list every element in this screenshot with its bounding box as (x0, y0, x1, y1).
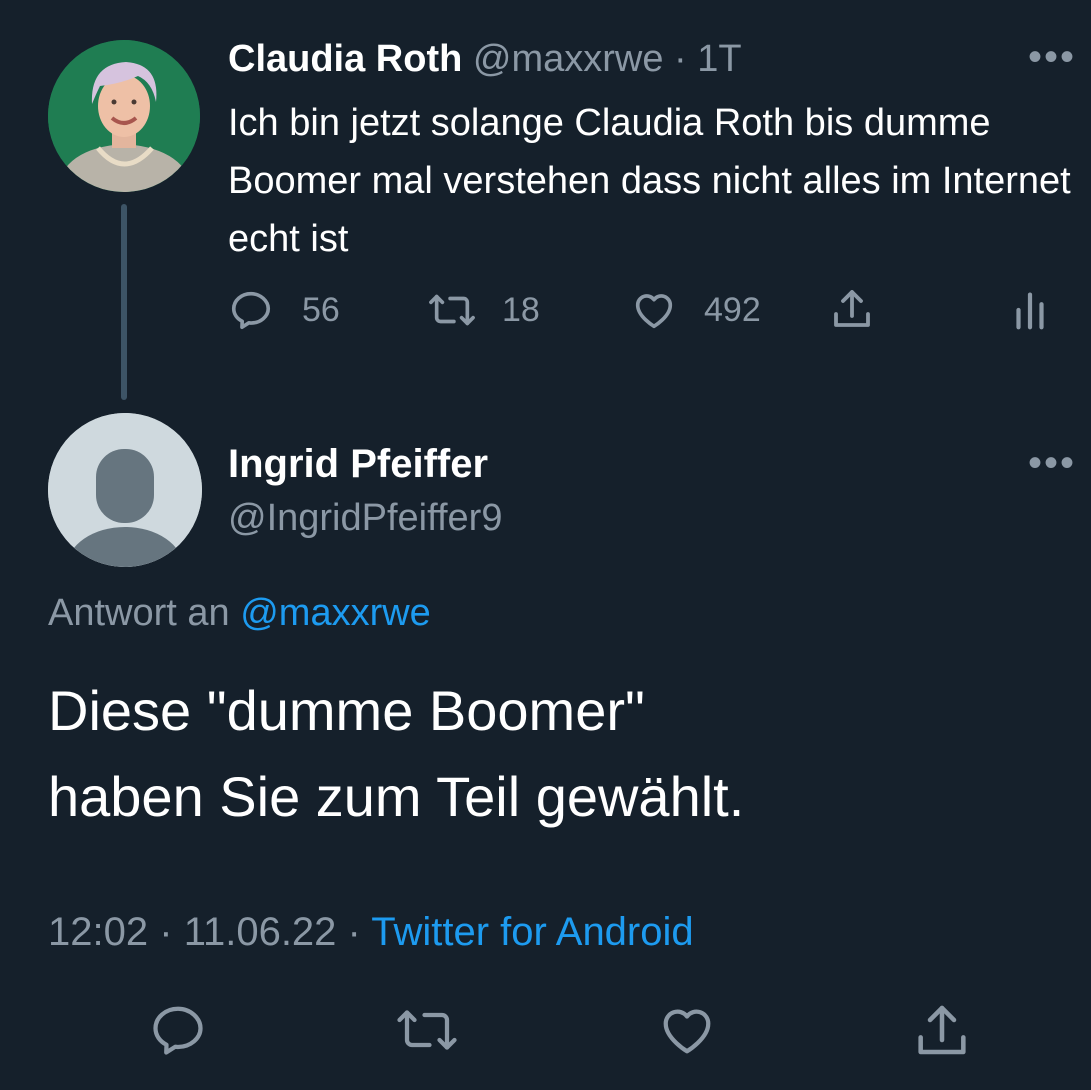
reply-source-link[interactable]: Twitter for Android (371, 910, 693, 954)
reply-handle[interactable]: @IngridPfeiffer9 (228, 494, 502, 542)
parent-more-options-icon[interactable]: ••• (1028, 37, 1076, 77)
reply-text-line-2: haben Sie zum Teil gewählt. (48, 765, 745, 828)
parent-like-count: 492 (704, 290, 761, 329)
parent-analytics-button[interactable] (1012, 282, 1048, 338)
reply-meta-line: 12:02 · 11.06.22 · Twitter for Android (48, 904, 694, 960)
parent-reply-count: 56 (302, 290, 340, 329)
reply-tweet-actions (0, 1000, 1091, 1070)
parent-handle[interactable]: @maxxrwe (473, 38, 664, 80)
parent-tweet-header: Claudia Roth @maxxrwe · 1T (228, 36, 742, 82)
analytics-icon (1012, 287, 1048, 333)
reply-icon (228, 287, 274, 333)
reply-more-options-icon[interactable]: ••• (1028, 443, 1076, 483)
meta-separator-2: · (347, 910, 361, 954)
reply-reply-button[interactable] (148, 1000, 208, 1065)
parent-tweet-actions: 56 18 492 (228, 282, 1058, 338)
retweet-icon (394, 1010, 460, 1064)
parent-tweet-text: Ich bin jetzt solange Claudia Roth bis d… (228, 102, 1071, 260)
parent-share-button[interactable] (828, 282, 876, 338)
meta-separator-1: · (159, 910, 173, 954)
parent-retweet-button[interactable]: 18 (426, 282, 540, 338)
parent-time[interactable]: 1T (697, 38, 741, 80)
reply-tweet-text: Diese "dumme Boomer" haben Sie zum Teil … (48, 668, 1048, 840)
reply-retweet-button[interactable] (394, 1000, 460, 1065)
reply-icon (148, 1006, 208, 1064)
reply-to-handle-link[interactable]: @maxxrwe (240, 592, 431, 634)
reply-to-prefix: Antwort an (48, 592, 230, 634)
share-icon (828, 286, 876, 334)
thread-connector-line (121, 204, 127, 400)
avatar-ingrid-pfeiffer[interactable] (48, 413, 202, 567)
reply-share-button[interactable] (910, 1000, 974, 1069)
reply-text-line-1: Diese "dumme Boomer" (48, 679, 645, 742)
reply-display-name[interactable]: Ingrid Pfeiffer (228, 440, 488, 488)
parent-retweet-count: 18 (502, 290, 540, 329)
reply-date[interactable]: 11.06.22 (184, 910, 337, 954)
reply-to-line: Antwort an @maxxrwe (48, 588, 431, 638)
share-icon (910, 1005, 974, 1068)
reply-time[interactable]: 12:02 (48, 910, 148, 954)
retweet-icon (426, 287, 478, 333)
heart-icon (630, 287, 678, 333)
parent-display-name[interactable]: Claudia Roth (228, 38, 462, 80)
reply-like-button[interactable] (656, 1000, 718, 1065)
heart-icon (656, 1009, 718, 1064)
parent-reply-button[interactable]: 56 (228, 282, 340, 338)
parent-separator: · (674, 38, 687, 80)
avatar-claudia-roth[interactable] (48, 40, 200, 192)
parent-like-button[interactable]: 492 (630, 282, 761, 338)
